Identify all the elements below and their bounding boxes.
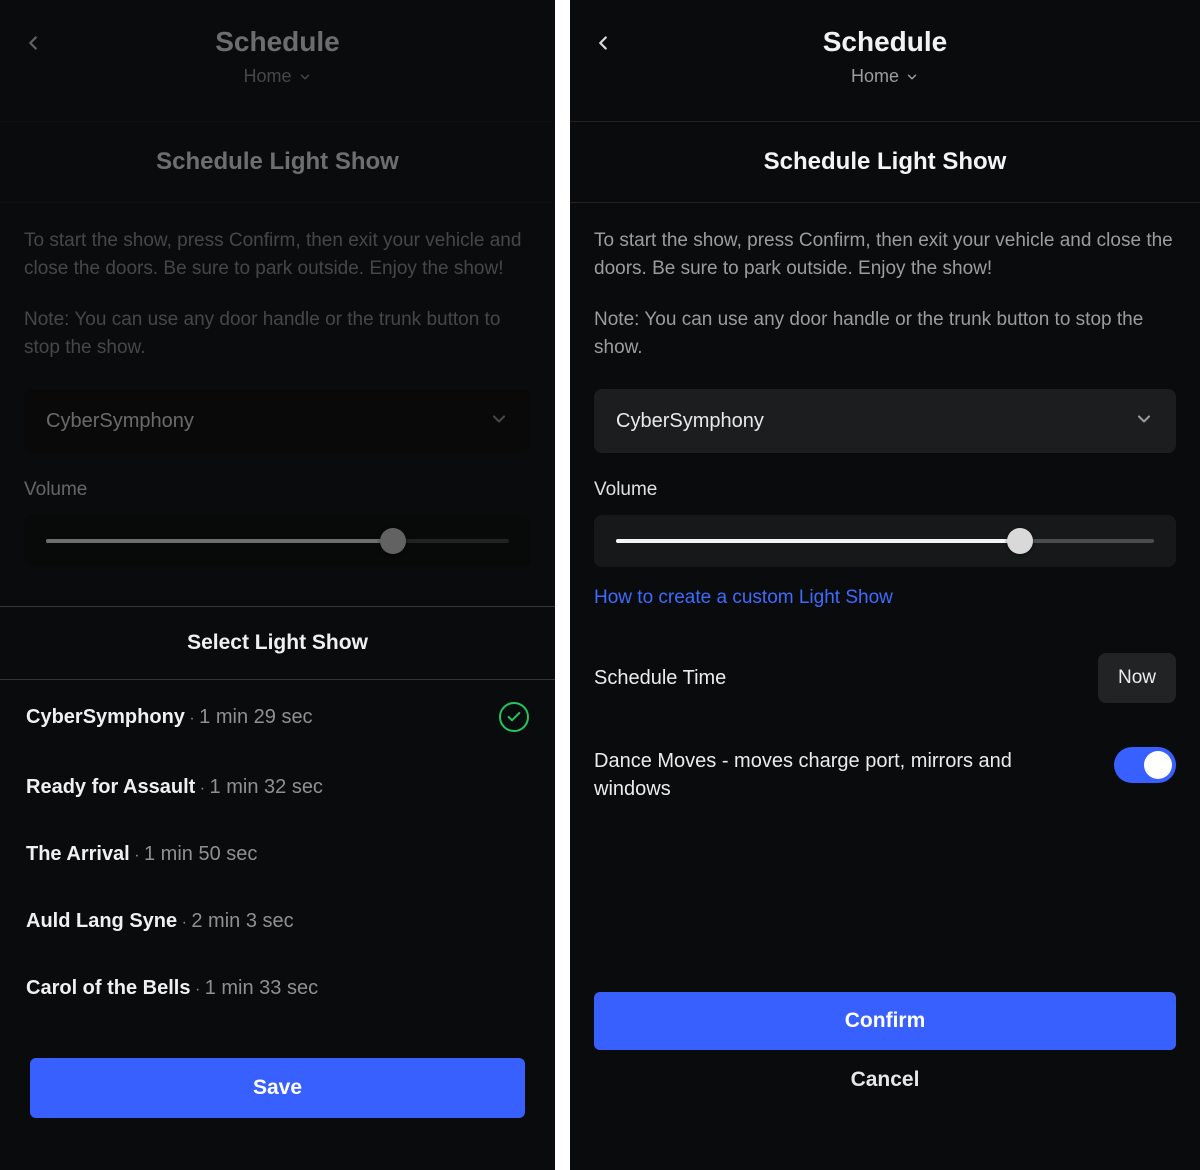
volume-slider[interactable] (24, 515, 531, 567)
page-title: Schedule (570, 26, 1200, 58)
volume-fill (46, 539, 393, 543)
show-dropdown-label: CyberSymphony (46, 410, 194, 433)
save-button-label: Save (253, 1076, 302, 1100)
confirm-button-label: Confirm (845, 1009, 926, 1033)
show-duration: 1 min 29 sec (199, 706, 312, 728)
show-duration: 2 min 3 sec (191, 910, 293, 932)
chevron-down-icon (298, 70, 312, 84)
confirm-button[interactable]: Confirm (594, 992, 1176, 1050)
screen-schedule: Schedule Home Schedule Light Show To sta… (570, 0, 1200, 1170)
show-duration: 1 min 32 sec (210, 776, 323, 798)
cancel-button[interactable]: Cancel (570, 1046, 1200, 1114)
cancel-button-label: Cancel (851, 1068, 920, 1091)
location-label: Home (243, 66, 291, 87)
chevron-down-icon (1134, 409, 1154, 434)
show-duration: 1 min 50 sec (144, 843, 257, 865)
volume-thumb[interactable] (380, 528, 406, 554)
location-selector[interactable]: Home (0, 66, 555, 87)
chevron-left-icon (22, 32, 44, 54)
chevron-down-icon (489, 409, 509, 434)
volume-label: Volume (24, 479, 531, 501)
select-show-sheet: Select Light Show CyberSymphony · 1 min … (0, 606, 555, 1170)
volume-label: Volume (594, 479, 1176, 501)
back-button[interactable] (22, 32, 44, 54)
selected-check-icon (499, 702, 529, 732)
instructions-1: To start the show, press Confirm, then e… (594, 227, 1176, 282)
chevron-left-icon (592, 32, 614, 54)
dance-moves-toggle[interactable] (1114, 747, 1176, 783)
custom-show-link[interactable]: How to create a custom Light Show (594, 587, 893, 609)
location-selector[interactable]: Home (570, 66, 1200, 87)
back-button[interactable] (592, 32, 614, 54)
instructions-2: Note: You can use any door handle or the… (594, 306, 1176, 361)
list-item[interactable]: CyberSymphony · 1 min 29 sec (26, 680, 529, 754)
chevron-down-icon (905, 70, 919, 84)
schedule-time-row: Schedule Time Now (594, 653, 1176, 703)
show-list: CyberSymphony · 1 min 29 sec Ready for A… (0, 680, 555, 1042)
instructions-2: Note: You can use any door handle or the… (24, 306, 531, 361)
page-title: Schedule (0, 26, 555, 58)
show-name: CyberSymphony (26, 706, 185, 728)
section-header: Schedule Light Show (570, 121, 1200, 203)
list-item[interactable]: Carol of the Bells · 1 min 33 sec (26, 955, 529, 1022)
location-label: Home (851, 66, 899, 87)
schedule-time-value[interactable]: Now (1098, 653, 1176, 703)
show-name: Carol of the Bells (26, 977, 190, 999)
volume-slider[interactable] (594, 515, 1176, 567)
instructions-1: To start the show, press Confirm, then e… (24, 227, 531, 282)
show-duration: 1 min 33 sec (205, 977, 318, 999)
list-item[interactable]: Ready for Assault · 1 min 32 sec (26, 754, 529, 821)
dance-moves-label: Dance Moves - moves charge port, mirrors… (594, 747, 1094, 803)
header: Schedule Home (0, 0, 555, 87)
section-header: Schedule Light Show (0, 121, 555, 203)
header: Schedule Home (570, 0, 1200, 87)
section-title: Schedule Light Show (570, 148, 1200, 176)
schedule-time-label: Schedule Time (594, 667, 726, 690)
sheet-title: Select Light Show (0, 631, 555, 655)
volume-thumb[interactable] (1007, 528, 1033, 554)
list-item[interactable]: The Arrival · 1 min 50 sec (26, 821, 529, 888)
sheet-header: Select Light Show (0, 606, 555, 680)
section-title: Schedule Light Show (0, 148, 555, 176)
dance-moves-row: Dance Moves - moves charge port, mirrors… (594, 747, 1176, 803)
show-dropdown-label: CyberSymphony (616, 410, 764, 433)
screen-select-show: Schedule Home Schedule Light Show To sta… (0, 0, 555, 1170)
toggle-knob (1144, 751, 1172, 779)
show-name: Ready for Assault (26, 776, 195, 798)
show-name: Auld Lang Syne (26, 910, 177, 932)
show-dropdown[interactable]: CyberSymphony (24, 389, 531, 453)
volume-fill (616, 539, 1020, 543)
list-item[interactable]: Auld Lang Syne · 2 min 3 sec (26, 888, 529, 955)
show-name: The Arrival (26, 843, 130, 865)
show-dropdown[interactable]: CyberSymphony (594, 389, 1176, 453)
save-button[interactable]: Save (30, 1058, 525, 1118)
